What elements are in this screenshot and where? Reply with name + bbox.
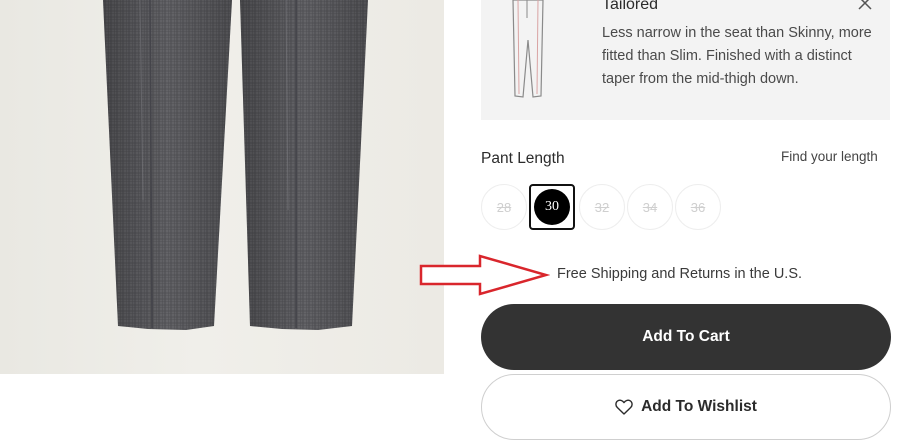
add-to-cart-button[interactable]: Add To Cart: [481, 304, 891, 370]
annotation-arrow-icon: [419, 254, 550, 296]
find-your-length-link[interactable]: Find your length: [781, 149, 878, 164]
fit-description: Less narrow in the seat than Skinny, mor…: [602, 25, 872, 87]
length-option-label: 30: [534, 189, 570, 225]
pants-photo: [103, 0, 368, 330]
length-option-36[interactable]: 36: [675, 184, 721, 230]
length-option-30[interactable]: 30: [529, 184, 575, 230]
length-option-32[interactable]: 32: [579, 184, 625, 230]
tailored-pants-illustration: [512, 0, 544, 98]
heart-icon: [615, 399, 633, 415]
close-icon[interactable]: [856, 0, 874, 12]
length-option-34[interactable]: 34: [627, 184, 673, 230]
length-option-28[interactable]: 28: [481, 184, 527, 230]
fit-title: Tailored: [602, 0, 659, 13]
length-option-label: 34: [642, 199, 658, 215]
fit-description-card: Tailored Less narrow in the seat than Sk…: [481, 0, 890, 120]
length-option-label: 36: [690, 199, 706, 215]
add-to-wishlist-label: Add To Wishlist: [641, 398, 757, 415]
free-shipping-text: Free Shipping and Returns in the U.S.: [557, 266, 803, 282]
length-option-label: 32: [594, 199, 610, 215]
product-image: [0, 0, 444, 374]
length-option-label: 28: [496, 199, 512, 215]
add-to-wishlist-button[interactable]: Add To Wishlist: [481, 374, 891, 440]
pant-length-label: Pant Length: [481, 150, 565, 167]
